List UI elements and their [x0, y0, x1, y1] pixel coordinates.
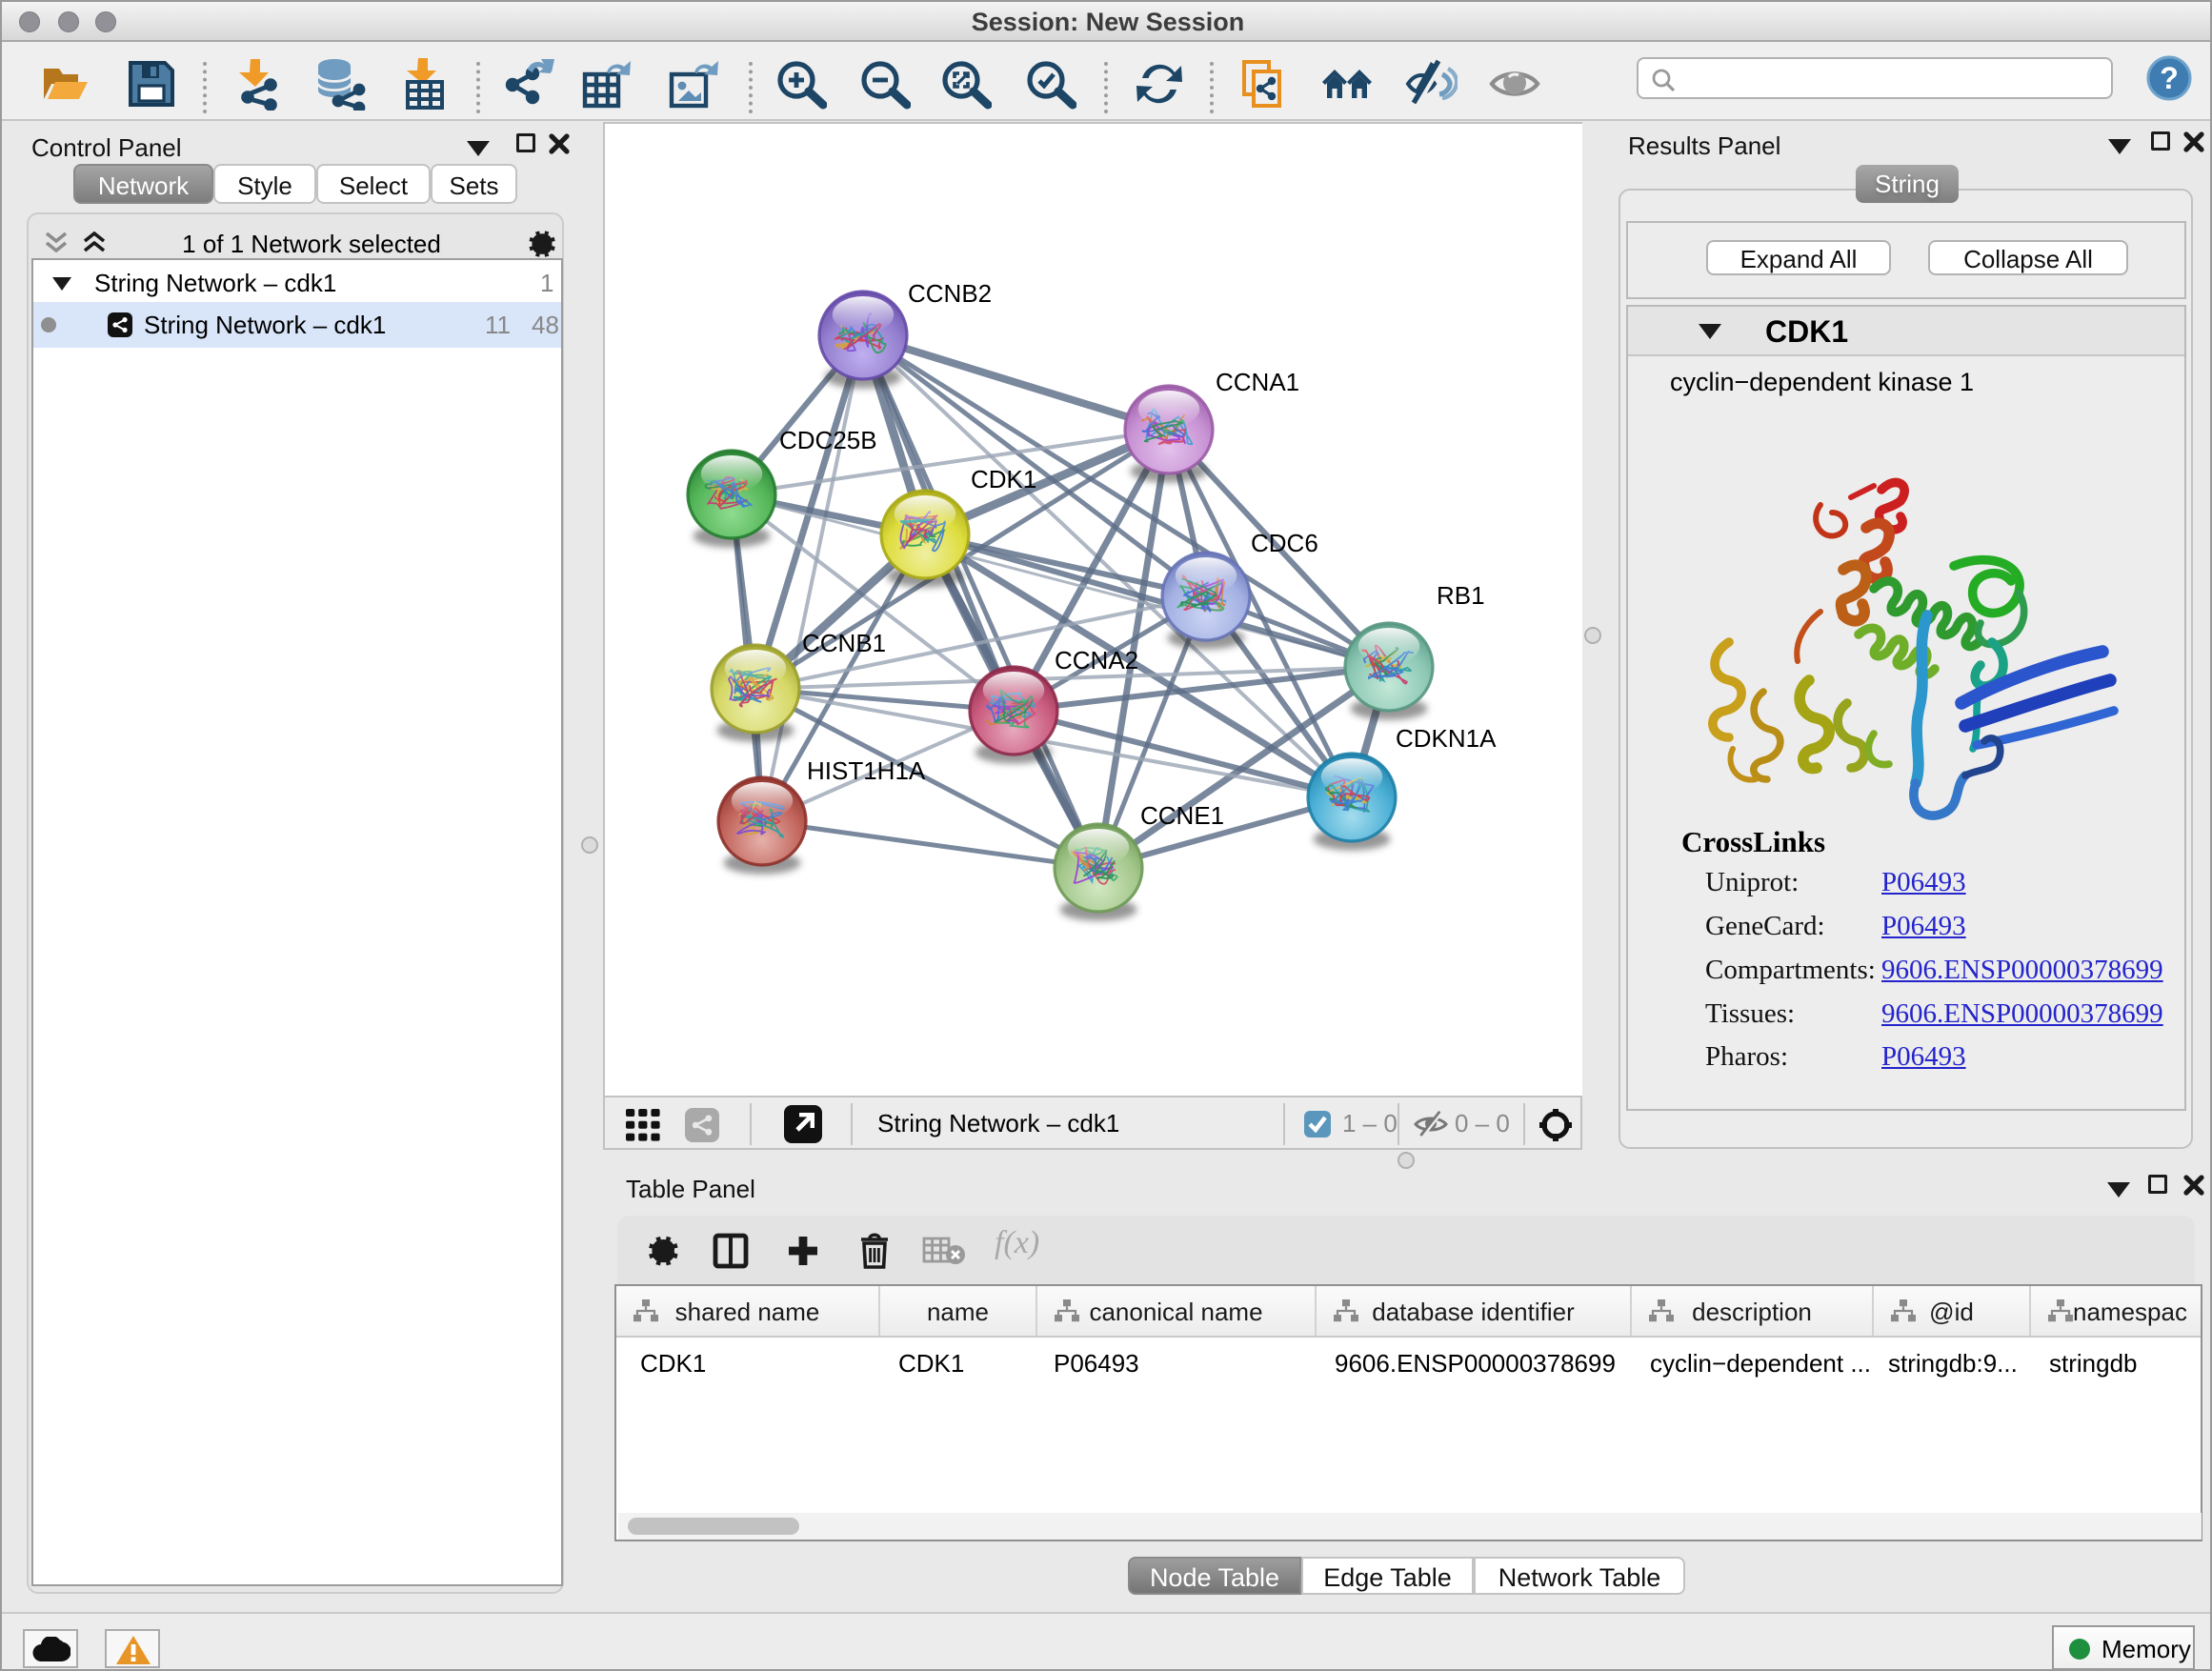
svg-text:CDC6: CDC6	[1251, 529, 1318, 557]
svg-text:CDKN1A: CDKN1A	[1396, 724, 1497, 753]
svg-text:CCNB2: CCNB2	[908, 279, 992, 308]
svg-text:RB1: RB1	[1437, 581, 1485, 610]
svg-text:CDK1: CDK1	[971, 465, 1036, 493]
svg-text:HIST1H1A: HIST1H1A	[807, 756, 926, 785]
svg-text:CCNA1: CCNA1	[1216, 368, 1299, 396]
svg-text:CCNE1: CCNE1	[1140, 801, 1224, 830]
svg-text:?: ?	[2160, 61, 2179, 95]
svg-text:CCNB1: CCNB1	[802, 629, 886, 657]
svg-text:CDC25B: CDC25B	[779, 426, 877, 454]
svg-text:CCNA2: CCNA2	[1055, 646, 1138, 674]
